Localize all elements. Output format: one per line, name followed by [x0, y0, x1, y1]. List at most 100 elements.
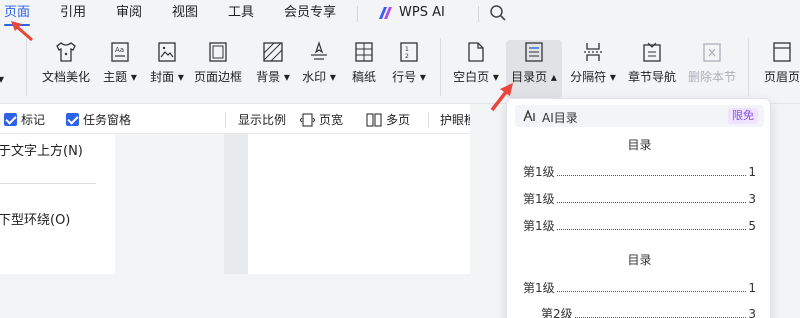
- line-number-button[interactable]: 12 行号 ▾: [388, 40, 430, 85]
- ribbon-divider: [748, 38, 749, 96]
- toc-entry-page: 1: [748, 281, 756, 295]
- page-border-icon: [209, 42, 227, 62]
- toc-entry: 第1级 3: [523, 190, 756, 207]
- shirt-icon: [56, 42, 76, 62]
- mark-label: 标记: [21, 113, 46, 127]
- wps-ai-logo-icon: [379, 7, 392, 19]
- background-icon: [263, 42, 283, 62]
- ribbon-divider: [440, 38, 441, 96]
- button-label: 封面: [150, 70, 175, 84]
- toc-style-dropdown: AI目录 限免 目录 第1级 1 第1级 3 第1级 5 目录 第1级 1 第2级 3: [506, 98, 771, 318]
- button-label: 页面边框: [193, 70, 242, 84]
- menu-divider: [478, 6, 479, 22]
- button-label: 目录页: [511, 70, 548, 84]
- button-label: 分隔符: [570, 70, 607, 84]
- toc-entry-label: 第2级: [541, 307, 573, 318]
- menu-tab-bar: 页面 引用 审阅 视图 工具 会员专享 WPS AI: [0, 0, 800, 28]
- tab-tools[interactable]: 工具: [228, 4, 254, 24]
- display-ratio-label: 显示比例: [238, 113, 287, 127]
- search-icon[interactable]: [489, 4, 507, 22]
- watermark-icon: [311, 41, 327, 60]
- button-label: 主题: [103, 70, 128, 84]
- delete-section-button: 删除本节: [684, 40, 740, 85]
- button-label: 章节导航: [627, 70, 676, 84]
- separator-button[interactable]: 分隔符 ▾: [566, 40, 620, 85]
- ai-icon: [523, 110, 535, 122]
- button-label: 背景: [256, 70, 281, 84]
- svg-text:1: 1: [405, 46, 409, 53]
- grid-paper-button[interactable]: 稿纸: [346, 40, 382, 85]
- multi-page-label: 多页: [386, 113, 411, 127]
- ribbon-toolbar: ▾ 文档美化 Aa 主题 ▾ 封面 ▾ 页面边框 背景 ▾ 水印 ▾ 稿纸 1 …: [0, 28, 800, 104]
- page-margin-strip: [224, 134, 248, 274]
- wrap-option-above-text[interactable]: 于文字上方(N): [0, 140, 83, 159]
- watermark-button[interactable]: 水印 ▾: [298, 40, 340, 85]
- tab-page[interactable]: 页面: [4, 4, 31, 26]
- page-width-icon: [300, 112, 315, 127]
- grid-paper-icon: [355, 42, 373, 62]
- page-width-button[interactable]: 页宽: [300, 111, 343, 128]
- header-icon: [773, 42, 791, 62]
- toc-entry-page: 5: [748, 219, 756, 233]
- toc-entry-label: 第1级: [523, 219, 555, 233]
- display-ratio-button[interactable]: 显示比例: [238, 111, 286, 128]
- task-pane-label: 任务窗格: [83, 113, 132, 127]
- ai-toc-label: AI目录: [542, 111, 578, 125]
- partial-dropdown-arrow[interactable]: ▾: [0, 72, 4, 86]
- button-label: 水印: [302, 70, 327, 84]
- toc-page-icon: [525, 42, 543, 62]
- toc-title: 目录: [627, 253, 652, 267]
- multi-page-button[interactable]: 多页: [366, 111, 410, 128]
- ribbon-divider: [26, 38, 27, 96]
- toc-entry: 第1级 5: [523, 217, 756, 234]
- tab-view[interactable]: 视图: [172, 4, 198, 24]
- section-nav-icon: [643, 42, 661, 62]
- toc-entry-page: 3: [748, 192, 756, 206]
- panel-divider: [0, 183, 96, 184]
- toc-title: 目录: [627, 138, 652, 152]
- line-number-icon: 12: [400, 42, 418, 62]
- tab-wps-ai[interactable]: WPS AI: [399, 4, 445, 24]
- wrap-options-panel: 于文字上方(N) 下型环绕(O): [0, 134, 115, 274]
- button-label: 页眉页: [763, 70, 800, 84]
- document-beautify-button[interactable]: 文档美化: [40, 40, 92, 85]
- cover-button[interactable]: 封面 ▾: [146, 40, 188, 85]
- section-nav-button[interactable]: 章节导航: [626, 40, 678, 85]
- button-label: 空白页: [453, 70, 490, 84]
- toc-entry: 第2级 3: [541, 305, 756, 318]
- ai-toc-option[interactable]: AI目录 限免: [515, 105, 764, 127]
- button-label: 文档美化: [41, 70, 90, 84]
- page-width-label: 页宽: [319, 113, 344, 127]
- button-label: 稿纸: [351, 70, 376, 84]
- toolbar-divider: [225, 112, 226, 128]
- background-button[interactable]: 背景 ▾: [252, 40, 294, 85]
- checkbox-checked[interactable]: [4, 113, 17, 126]
- cover-icon: [158, 42, 176, 62]
- wps-window: 页面 引用 审阅 视图 工具 会员专享 WPS AI ▾ 文档美化 Aa 主题 …: [0, 0, 800, 318]
- button-label: 删除本节: [687, 70, 736, 84]
- menu-divider: [357, 6, 358, 22]
- blank-page-button[interactable]: 空白页 ▾: [450, 40, 502, 85]
- task-pane-checkbox[interactable]: 任务窗格: [66, 111, 131, 128]
- multi-page-icon: [366, 112, 382, 127]
- wrap-option-tight[interactable]: 下型环绕(O): [0, 209, 70, 228]
- tab-member[interactable]: 会员专享: [284, 4, 336, 24]
- tab-review[interactable]: 审阅: [116, 4, 142, 24]
- toc-page-button[interactable]: 目录页 ▴: [506, 40, 562, 98]
- theme-icon: Aa: [111, 42, 129, 62]
- toc-entry-label: 第1级: [523, 192, 555, 206]
- theme-button[interactable]: Aa 主题 ▾: [100, 40, 140, 85]
- toc-entry-label: 第1级: [523, 281, 555, 295]
- mark-checkbox[interactable]: 标记: [4, 111, 45, 128]
- free-badge: 限免: [728, 108, 758, 124]
- document-page[interactable]: [248, 134, 470, 274]
- tab-references[interactable]: 引用: [60, 4, 86, 24]
- view-options-bar: 标记 任务窗格 显示比例 页宽 多页 护眼模: [0, 104, 476, 134]
- svg-text:Aa: Aa: [115, 46, 124, 54]
- page-border-button[interactable]: 页面边框: [192, 40, 244, 85]
- toc-entry-page: 1: [748, 165, 756, 179]
- checkbox-checked[interactable]: [66, 113, 79, 126]
- header-footer-button[interactable]: 页眉页: [760, 40, 800, 85]
- toc-entry-label: 第1级: [523, 165, 555, 179]
- toolbar-divider: [428, 112, 429, 128]
